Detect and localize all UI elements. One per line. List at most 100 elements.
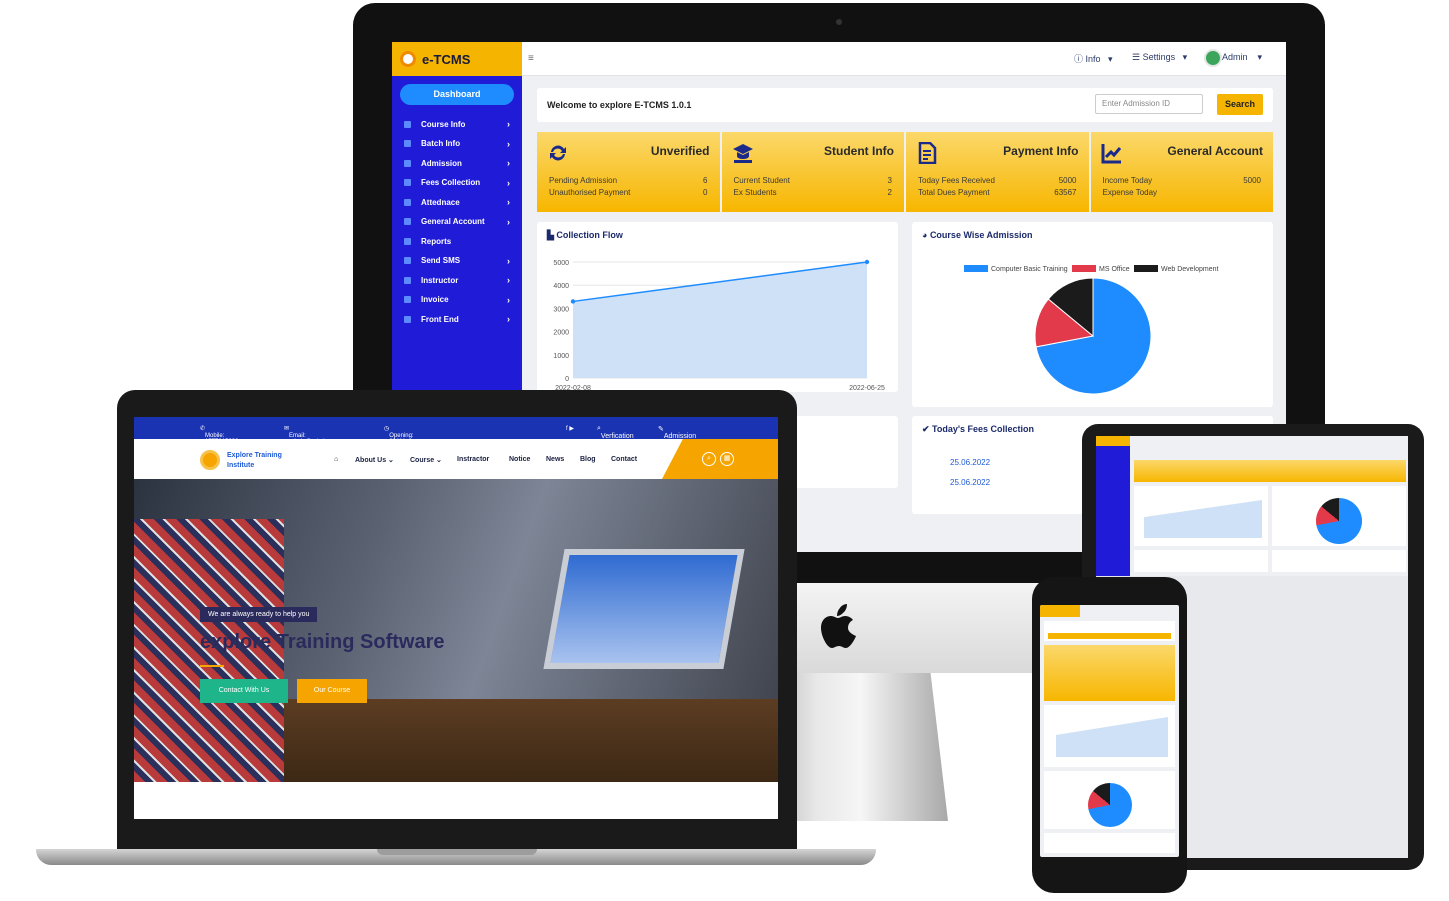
tablet-sidebar (1096, 446, 1130, 576)
data-point (864, 259, 870, 265)
card-row: Unauthorised Payment 0 (549, 188, 708, 197)
menu-icon (404, 179, 411, 186)
sidebar-item-dashboard[interactable]: Dashboard (400, 84, 514, 105)
brand-name: e-TCMS (422, 51, 471, 67)
phone-dashboard (1040, 605, 1179, 857)
brand-logo-icon (400, 51, 416, 67)
course-button[interactable]: Our Course (297, 679, 367, 703)
hero-banner: We are always ready to help you explore … (134, 479, 778, 782)
sidebar-item-invoice[interactable]: Invoice › (404, 293, 510, 307)
menu-toggle-icon[interactable]: ≡ (528, 53, 534, 64)
phone-flow-area (1056, 717, 1168, 757)
card-title: Payment Info (1003, 144, 1079, 158)
sidebar-item-general-account[interactable]: General Account › (404, 215, 510, 229)
nav-blog[interactable]: Blog (580, 456, 596, 463)
tablet-panel (1272, 550, 1406, 572)
nav-instractor[interactable]: Instractor (457, 456, 489, 463)
tablet-flow-panel (1134, 486, 1268, 546)
brand-bar[interactable]: e-TCMS (392, 42, 522, 76)
card-general-account[interactable]: General Account Income Today 5000 Expense… (1090, 132, 1273, 212)
fee-date[interactable]: 25.06.2022 (950, 478, 990, 487)
chevron-right-icon: › (507, 158, 510, 168)
tablet-flow-area (1144, 500, 1262, 538)
chevron-right-icon: › (507, 138, 510, 149)
row-value: 2 (887, 188, 892, 197)
nav-about[interactable]: About Us ⌄ (355, 456, 394, 464)
grid-icon[interactable]: ▦ (720, 452, 734, 466)
site-brand[interactable]: Explore Training Institute (227, 451, 297, 471)
contact-button[interactable]: Contact With Us (200, 679, 288, 703)
y-tick-label: 1000 (553, 353, 569, 360)
legend-label: Web Development (1161, 266, 1219, 273)
verification-link[interactable]: ⌕ Verfication (597, 425, 634, 440)
graduate-icon (732, 144, 753, 163)
sidebar-item-reports[interactable]: Reports (404, 234, 510, 248)
sidebar-item-course-info[interactable]: Course Info › (404, 117, 510, 131)
tablet-cards (1134, 460, 1406, 482)
device-mockup: e-TCMS ≡ ⓘ Info ▾ ☰ Settings ▾ Admin ▾ D… (0, 0, 1449, 901)
chevron-right-icon: › (507, 119, 510, 129)
sidebar-item-label: Batch Info (421, 139, 461, 148)
nav-contact[interactable]: Contact (611, 456, 637, 463)
search-icon[interactable]: ⌕ (702, 452, 716, 466)
fee-date[interactable]: 25.06.2022 (950, 458, 990, 467)
card-unverified[interactable]: Unverified Pending Admission 6 Unauthoris… (537, 132, 720, 212)
refresh-icon (550, 145, 566, 161)
row-value: 5000 (1243, 176, 1261, 185)
sidebar-item-front-end[interactable]: Front End › (404, 312, 510, 326)
phone-pie-panel (1044, 771, 1175, 829)
sidebar-item-label: Reports (421, 236, 452, 246)
home-icon[interactable]: ⌂ (334, 456, 338, 463)
card-title: Student Info (824, 144, 894, 158)
nav-news[interactable]: News (546, 456, 564, 463)
avatar[interactable] (1204, 49, 1222, 67)
admission-id-input[interactable]: Enter Admission ID (1095, 94, 1203, 114)
card-payment-info[interactable]: Payment Info Today Fees Received 5000 Tot… (906, 132, 1089, 212)
nav-notice[interactable]: Notice (509, 456, 530, 463)
camera-icon (836, 19, 842, 25)
collection-flow-panel: ▙ Collection Flow 5000 4000 3000 2000 1000 0 2… (537, 222, 898, 392)
info-menu[interactable]: ⓘ Info ▾ (1074, 52, 1113, 65)
phone-search-button[interactable] (1048, 633, 1171, 639)
social-icons[interactable]: f ▶ (566, 425, 574, 432)
legend-swatch (1134, 265, 1158, 272)
sidebar-item-label: Front End (421, 314, 459, 324)
chevron-right-icon: › (507, 255, 510, 266)
phone-brand (1040, 605, 1080, 617)
nav-course[interactable]: Course ⌄ (410, 456, 442, 464)
sidebar-item-instructor[interactable]: Instructor › (404, 273, 510, 287)
admin-menu[interactable]: Admin ▾ (1222, 52, 1262, 63)
menu-icon (404, 296, 411, 303)
fees-today-title: Today's Fees Collection (932, 424, 1035, 434)
chevron-right-icon: › (507, 275, 510, 285)
y-tick-label: 4000 (553, 283, 569, 290)
site-logo-icon[interactable] (200, 450, 220, 470)
sidebar-item-batch-info[interactable]: Batch Info › (404, 137, 510, 151)
tablet-pie-panel (1272, 486, 1406, 546)
search-button[interactable]: Search (1217, 94, 1263, 115)
sidebar-item-send-sms[interactable]: Send SMS › (404, 254, 510, 268)
row-value: 0 (703, 188, 708, 197)
y-tick-label: 2000 (553, 330, 569, 337)
x-tick-label: 2022-06-25 (849, 385, 885, 392)
hero-title: explore Training Software (200, 631, 445, 653)
tablet-panel (1134, 550, 1268, 572)
settings-menu[interactable]: ☰ Settings ▾ (1132, 52, 1187, 63)
legend-swatch (1072, 265, 1096, 272)
document-icon (918, 142, 937, 164)
row-value: 6 (703, 176, 708, 185)
card-row: Current Student 3 (734, 176, 893, 185)
sidebar-item-attednace[interactable]: Attednace › (404, 195, 510, 209)
row-label: Expense Today (1102, 188, 1158, 197)
menu-icon (404, 237, 411, 245)
sidebar-item-admission[interactable]: Admission › (404, 156, 510, 170)
row-label: Current Student (733, 176, 790, 185)
phone-cards (1044, 645, 1175, 701)
row-label: Today Fees Received (918, 176, 995, 185)
card-student-info[interactable]: Student Info Current Student 3 Ex Student… (721, 132, 904, 212)
sidebar-item-fees-collection[interactable]: Fees Collection › (404, 176, 510, 190)
collection-flow-chart: 5000400030002000100002022-02-08 2022-06-2… (553, 259, 885, 392)
admission-link[interactable]: ✎ Admission (658, 425, 696, 440)
card-title: Unverified (650, 144, 710, 158)
row-value: 3 (887, 176, 892, 185)
